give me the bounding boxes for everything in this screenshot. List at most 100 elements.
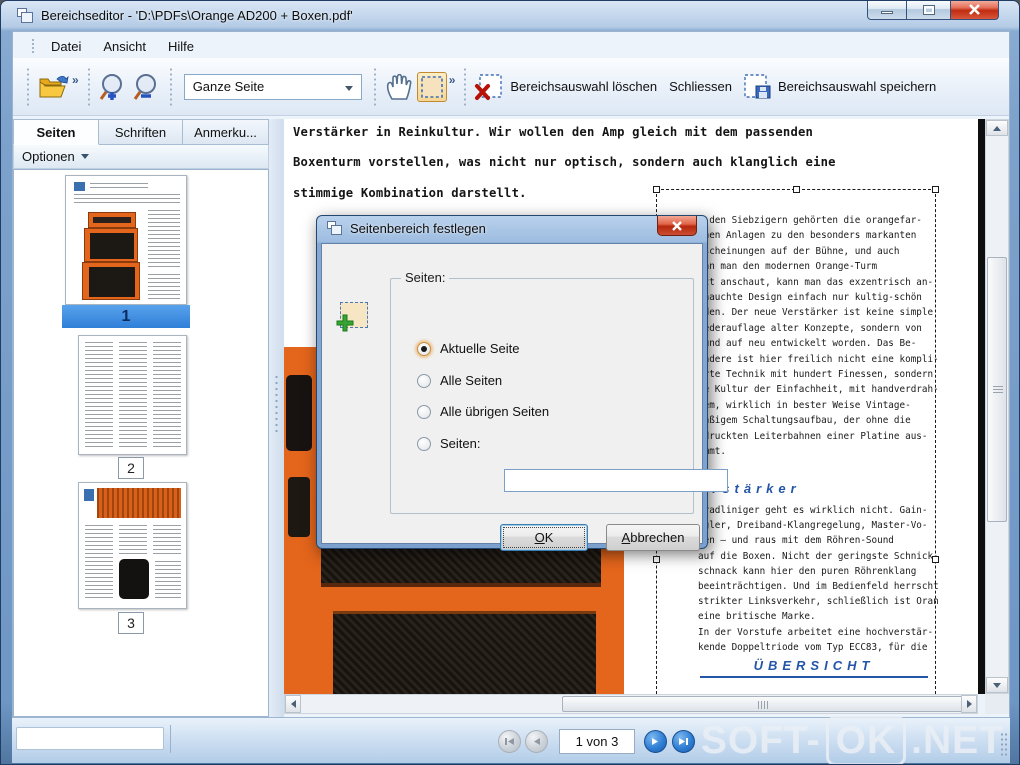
close-icon	[969, 4, 980, 15]
menu-bar: Datei Ansicht Hilfe	[13, 34, 1009, 58]
radio-page-range[interactable]	[417, 436, 431, 451]
scroll-left-button[interactable]	[285, 695, 301, 713]
page-range-input[interactable]	[504, 469, 728, 492]
zoom-out-button[interactable]	[131, 71, 163, 103]
thumb-text	[74, 194, 180, 204]
selection-handle-top-left[interactable]	[653, 186, 660, 193]
delete-selection-label[interactable]: Bereichsauswahl löschen	[510, 79, 657, 94]
maximize-button[interactable]	[907, 1, 951, 20]
thumb-text	[148, 274, 180, 300]
menu-datei[interactable]: Datei	[41, 36, 91, 57]
radio-all-pages[interactable]	[417, 373, 431, 388]
page-thumbnail-2[interactable]	[78, 335, 187, 455]
thumb-text	[155, 561, 181, 599]
selection-handle-mid-left[interactable]	[653, 556, 660, 563]
open-file-button[interactable]	[36, 72, 70, 102]
radio-row-all[interactable]: Alle Seiten	[417, 373, 502, 388]
horizontal-scrollbar[interactable]	[284, 694, 978, 714]
page-thumbnail-3[interactable]	[78, 482, 187, 609]
page-edge	[978, 119, 985, 694]
minimize-icon	[881, 11, 893, 14]
thumb-grip	[758, 701, 768, 709]
close-button[interactable]	[951, 1, 999, 20]
sidebar-tabs: Seiten Schriften Anmerku...	[13, 119, 269, 145]
zoom-in-button[interactable]	[97, 71, 129, 103]
scroll-up-button[interactable]	[986, 120, 1008, 136]
scroll-down-button[interactable]	[986, 677, 1008, 693]
next-page-button[interactable]	[644, 730, 667, 753]
ok-button[interactable]: OK	[500, 524, 588, 551]
vertical-scroll-thumb[interactable]	[987, 257, 1007, 522]
amp-grill	[321, 547, 601, 587]
tab-seiten[interactable]: Seiten	[13, 119, 99, 145]
status-field[interactable]	[16, 727, 164, 750]
last-page-button[interactable]	[672, 730, 695, 753]
radio-row-range[interactable]: Seiten:	[417, 436, 480, 451]
toolbar-overflow-chevron[interactable]: »	[449, 73, 456, 87]
save-selection-label[interactable]: Bereichsauswahl speichern	[778, 79, 936, 94]
save-selection-icon	[744, 73, 771, 98]
selection-handle-mid-right[interactable]	[932, 556, 939, 563]
toolbar-grip	[26, 66, 30, 107]
menu-ansicht[interactable]: Ansicht	[93, 36, 156, 57]
first-page-button[interactable]	[498, 730, 521, 753]
thumb-amp-head	[88, 212, 136, 228]
radio-other-pages[interactable]	[417, 404, 431, 419]
toolbar-grip	[168, 66, 173, 107]
group-label: Seiten:	[401, 270, 450, 285]
last-page-icon	[679, 738, 688, 745]
watermark-net: .NET	[911, 719, 1004, 762]
page-1-selected-label[interactable]: 1	[62, 305, 190, 328]
panel-splitter[interactable]	[269, 119, 284, 717]
radio-current-page[interactable]	[417, 341, 431, 356]
page-2-label[interactable]: 2	[118, 457, 144, 479]
vertical-scrollbar[interactable]	[985, 119, 1009, 694]
options-label: Optionen	[22, 149, 75, 164]
dialog-title-bar[interactable]: Seitenbereich festlegen	[327, 221, 486, 236]
radio-row-other[interactable]: Alle übrigen Seiten	[417, 404, 549, 419]
arrow-left-icon	[290, 700, 296, 708]
page-3-label[interactable]: 3	[118, 612, 144, 634]
toolbar-overflow-chevron[interactable]: »	[72, 73, 79, 87]
zoom-in-icon	[99, 73, 122, 100]
title-bar[interactable]: Bereichseditor - 'D:\PDFs\Orange AD200 +…	[1, 1, 1019, 31]
tab-schriften[interactable]: Schriften	[99, 119, 183, 145]
horizontal-scroll-thumb[interactable]	[562, 696, 967, 712]
tab-anmerkungen[interactable]: Anmerku...	[183, 119, 269, 145]
minimize-button[interactable]	[867, 1, 907, 20]
select-region-tool-button[interactable]	[416, 71, 447, 102]
dialog-title: Seitenbereich festlegen	[350, 221, 486, 236]
chevron-down-icon	[80, 154, 89, 159]
watermark-ok: OK	[825, 716, 907, 764]
arrow-up-icon	[993, 125, 1001, 131]
soft-ok-watermark: SOFT- OK .NET	[700, 716, 1004, 764]
previous-page-button[interactable]	[525, 730, 548, 753]
save-selection-button[interactable]	[741, 71, 773, 103]
thumbnail-panel: 1 2 3	[13, 169, 269, 717]
amp-handle	[286, 375, 312, 451]
radio-range-label: Seiten:	[440, 436, 481, 451]
app-window: Bereichseditor - 'D:\PDFs\Orange AD200 +…	[0, 0, 1020, 765]
next-page-icon	[652, 738, 658, 745]
options-dropdown[interactable]: Optionen	[13, 145, 269, 169]
radio-row-current[interactable]: Aktuelle Seite	[417, 341, 520, 356]
zoom-level-select[interactable]: Ganze Seite	[183, 73, 362, 100]
selection-handle-top-mid[interactable]	[793, 186, 800, 193]
scroll-right-button[interactable]	[961, 695, 977, 713]
page-indicator[interactable]: 1 von 3	[559, 729, 635, 754]
page-thumbnail-1[interactable]	[65, 175, 187, 305]
hand-tool-button[interactable]	[383, 71, 415, 103]
close-editor-button[interactable]: Schliessen	[669, 79, 732, 94]
radio-current-label: Aktuelle Seite	[440, 341, 520, 356]
cancel-button[interactable]: Abbrechen	[606, 524, 700, 551]
zoom-out-icon	[133, 73, 156, 100]
previous-page-icon	[534, 738, 540, 745]
selection-handle-top-right[interactable]	[932, 186, 939, 193]
thumb-text	[119, 342, 147, 448]
thumb-text	[148, 210, 180, 270]
delete-selection-button[interactable]	[473, 71, 505, 103]
watermark-soft: SOFT-	[700, 719, 821, 762]
menu-hilfe[interactable]: Hilfe	[158, 36, 204, 57]
dialog-close-button[interactable]	[657, 216, 697, 236]
resize-grip[interactable]	[1000, 732, 1008, 756]
